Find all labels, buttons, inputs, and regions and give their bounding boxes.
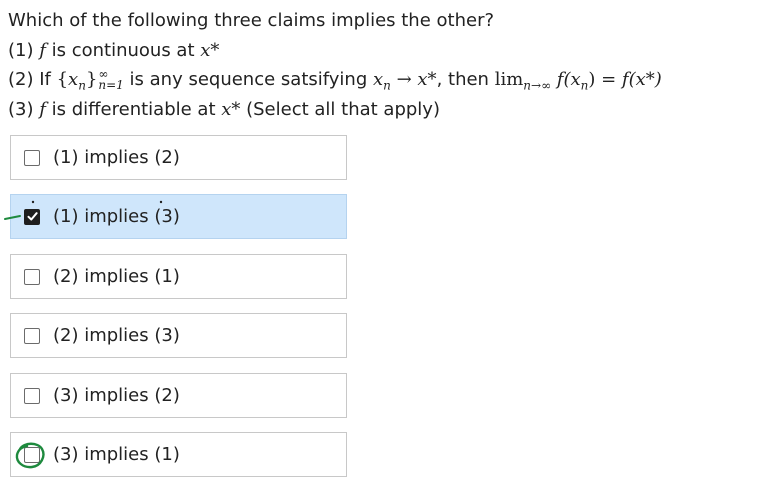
- option-label: (1) implies (3): [53, 206, 180, 227]
- option-label: (3) implies (1): [53, 444, 180, 465]
- option-1-implies-2[interactable]: (1) implies (2): [10, 135, 347, 180]
- checkbox[interactable]: [24, 447, 40, 463]
- checkbox[interactable]: [24, 328, 40, 344]
- option-2-implies-1[interactable]: (2) implies (1): [10, 254, 347, 299]
- option-label: (3) implies (2): [53, 385, 180, 406]
- option-label: (2) implies (3): [53, 325, 180, 346]
- option-3-implies-1[interactable]: (3) implies (1): [10, 432, 347, 477]
- checkmark-icon: [27, 212, 38, 221]
- option-2-implies-3[interactable]: (2) implies (3): [10, 313, 347, 358]
- option-label: (1) implies (2): [53, 147, 180, 168]
- option-3-implies-2[interactable]: (3) implies (2): [10, 373, 347, 418]
- checkbox[interactable]: [24, 388, 40, 404]
- claim-3: (3) f is differentiable at x* (Select al…: [8, 98, 440, 120]
- option-1-implies-3[interactable]: (1) implies (3): [10, 194, 347, 239]
- checkbox-checked[interactable]: [24, 209, 40, 225]
- checkbox[interactable]: [24, 269, 40, 285]
- question-prompt: Which of the following three claims impl…: [8, 10, 495, 31]
- checkbox[interactable]: [24, 150, 40, 166]
- claim-1: (1) f is continuous at x*: [8, 39, 220, 61]
- claim-2: (2) If {xn} ∞ n=1 is any sequence satsifyi…: [8, 67, 662, 93]
- question-text: Which of the following three claims impl…: [8, 6, 778, 124]
- option-label: (2) implies (1): [53, 266, 180, 287]
